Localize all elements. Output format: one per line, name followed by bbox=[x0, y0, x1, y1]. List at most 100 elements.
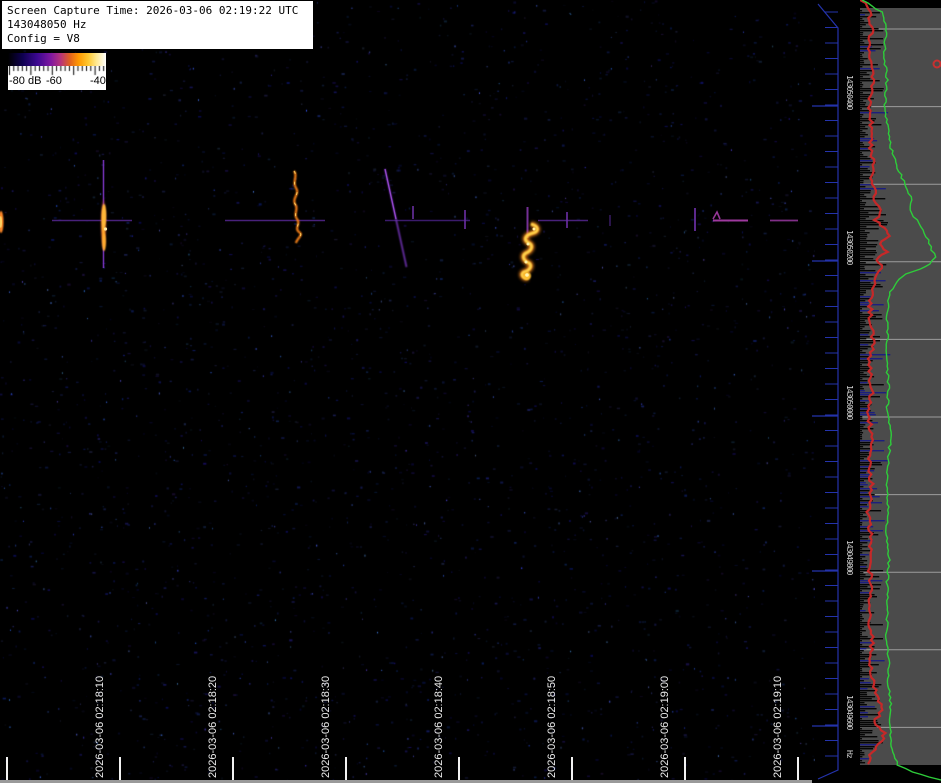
noise-floor-bar bbox=[860, 202, 867, 204]
noise-floor-bar bbox=[860, 728, 862, 730]
noise-floor-bar bbox=[860, 278, 869, 280]
colorbar-label-80db: -80 dB bbox=[9, 75, 42, 87]
noise-floor-bar bbox=[860, 556, 866, 558]
noise-floor-bar bbox=[860, 100, 864, 102]
noise-floor-bar bbox=[860, 672, 877, 674]
echo-event-3 bbox=[384, 168, 414, 268]
noise-floor-bar bbox=[860, 706, 875, 708]
noise-floor-bar bbox=[860, 122, 863, 124]
noise-floor-bar bbox=[860, 300, 866, 302]
noise-floor-bar bbox=[860, 550, 872, 552]
noise-floor-bar bbox=[860, 762, 866, 764]
noise-floor-bar bbox=[860, 668, 862, 670]
noise-floor-bar bbox=[860, 732, 873, 734]
capture-info-box: Screen Capture Time: 2026-03-06 02:19:22… bbox=[2, 1, 313, 49]
red-marker-dot bbox=[932, 59, 941, 69]
noise-floor-bar bbox=[860, 144, 865, 146]
noise-floor-bar bbox=[860, 546, 868, 548]
noise-floor-bar bbox=[860, 730, 873, 732]
noise-floor-bar bbox=[860, 552, 863, 554]
noise-floor-bar bbox=[860, 452, 869, 454]
noise-floor-bar bbox=[860, 190, 871, 192]
noise-floor-bar bbox=[860, 296, 871, 298]
noise-floor-bar bbox=[860, 58, 868, 60]
noise-floor-bar bbox=[860, 704, 867, 706]
noise-floor-bar bbox=[860, 284, 881, 286]
noise-floor-bar bbox=[860, 230, 865, 232]
noise-floor-bar bbox=[860, 580, 883, 582]
noise-floor-bar bbox=[860, 244, 878, 246]
noise-floor-bar bbox=[860, 726, 878, 728]
noise-floor-bar bbox=[860, 524, 862, 526]
noise-floor-bar bbox=[860, 246, 876, 248]
noise-floor-bar bbox=[860, 498, 863, 500]
noise-floor-bar bbox=[860, 468, 875, 470]
noise-floor-bar bbox=[860, 196, 867, 198]
colorbar-ruler: -80 dB -60 -40 bbox=[8, 66, 106, 90]
noise-floor-bar bbox=[860, 388, 864, 390]
noise-floor-bar bbox=[860, 432, 864, 434]
noise-floor-bar bbox=[860, 456, 868, 458]
noise-floor-bar bbox=[860, 760, 863, 762]
noise-floor-bar bbox=[860, 350, 863, 352]
average-spectrum-trace-green bbox=[861, 0, 941, 781]
noise-floor-bar bbox=[860, 358, 883, 360]
noise-floor-bar bbox=[860, 650, 864, 652]
noise-floor-bar bbox=[860, 338, 867, 340]
noise-floor-bar bbox=[860, 652, 862, 654]
noise-floor-bar bbox=[860, 266, 865, 268]
noise-floor-bar bbox=[860, 438, 863, 440]
noise-floor-bar bbox=[860, 342, 874, 344]
noise-floor-bar bbox=[860, 26, 863, 28]
noise-floor-bar bbox=[860, 594, 875, 596]
noise-floor-bar bbox=[860, 526, 874, 528]
noise-floor-bar bbox=[860, 84, 864, 86]
noise-floor-bar bbox=[860, 418, 863, 420]
noise-floor-bar bbox=[860, 372, 864, 374]
noise-floor-bar bbox=[860, 158, 871, 160]
freq-label: 143049800 bbox=[845, 540, 854, 575]
noise-floor-bar bbox=[860, 224, 888, 226]
noise-floor-bar bbox=[860, 236, 868, 238]
noise-floor-bar bbox=[860, 38, 884, 40]
noise-floor-bar bbox=[860, 648, 867, 650]
noise-floor-bar bbox=[860, 738, 862, 740]
noise-floor-bar bbox=[860, 566, 867, 568]
noise-floor-bar bbox=[860, 104, 866, 106]
noise-floor-bar bbox=[860, 520, 885, 522]
noise-floor-bar bbox=[860, 660, 885, 662]
noise-floor-bar bbox=[860, 428, 874, 430]
noise-floor-bar bbox=[860, 168, 868, 170]
noise-floor-bar bbox=[860, 348, 868, 350]
noise-floor-bar bbox=[860, 754, 865, 756]
noise-floor-bar bbox=[860, 92, 863, 94]
noise-floor-bar bbox=[860, 708, 877, 710]
spectrogram-echo-traces bbox=[0, 141, 815, 281]
capture-time-line: Screen Capture Time: 2026-03-06 02:19:22… bbox=[7, 4, 299, 17]
noise-floor-bar bbox=[860, 514, 863, 516]
noise-floor-bar bbox=[860, 94, 871, 96]
noise-floor-bar bbox=[860, 154, 864, 156]
noise-floor-bar bbox=[860, 228, 879, 230]
noise-floor-bar bbox=[860, 194, 865, 196]
colorbar-label-40db: -40 bbox=[90, 75, 106, 87]
noise-floor-bar bbox=[860, 734, 865, 736]
noise-floor-bar bbox=[860, 380, 868, 382]
noise-floor-bar bbox=[860, 20, 865, 22]
noise-floor-bar bbox=[860, 326, 865, 328]
noise-floor-bar bbox=[860, 362, 868, 364]
noise-floor-bar bbox=[860, 544, 863, 546]
noise-floor-bar bbox=[860, 254, 876, 256]
waterfall-spectrogram: 2026-03-06 02:18:002026-03-06 02:18:1020… bbox=[0, 0, 815, 783]
noise-floor-bar bbox=[860, 482, 866, 484]
noise-floor-bar bbox=[860, 700, 880, 702]
noise-floor-bar bbox=[860, 636, 868, 638]
noise-floor-bar bbox=[860, 478, 873, 480]
noise-floor-bar bbox=[860, 282, 871, 284]
noise-floor-bar bbox=[860, 492, 868, 494]
noise-floor-bar bbox=[860, 146, 876, 148]
frequency-line: 143048050 Hz bbox=[7, 18, 87, 31]
noise-floor-bar bbox=[860, 306, 868, 308]
echo-event-2 bbox=[292, 170, 302, 244]
noise-floor-bar bbox=[860, 534, 879, 536]
